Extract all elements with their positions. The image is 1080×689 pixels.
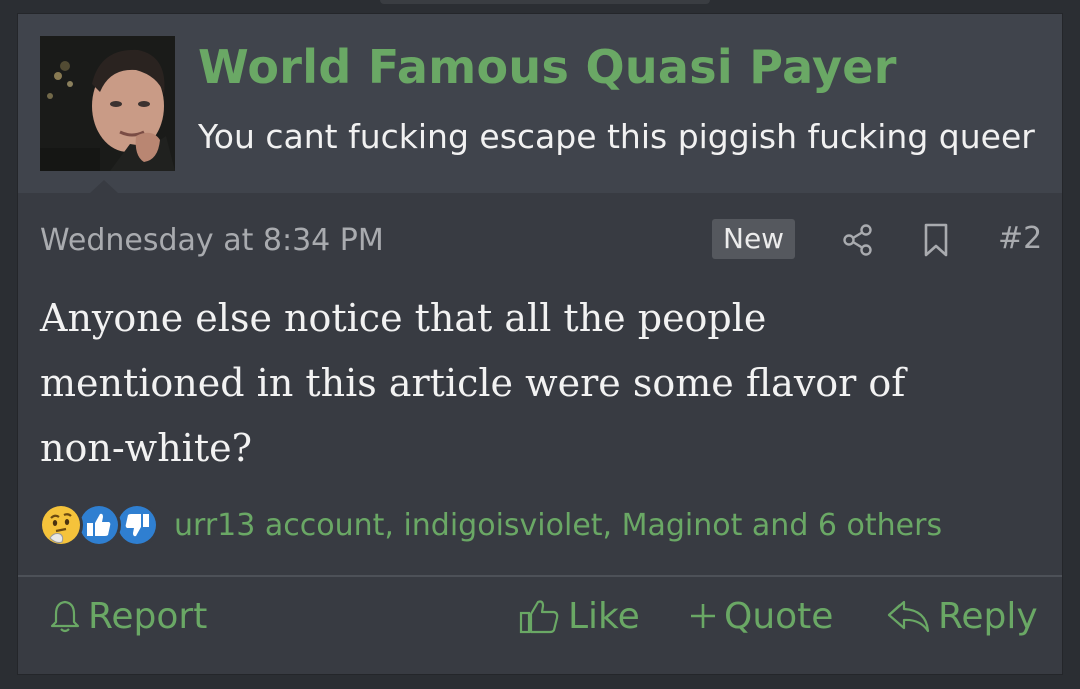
thinking-face-icon: [38, 502, 84, 548]
reply-label: Reply: [938, 595, 1038, 637]
reaction-users-link[interactable]: urr13 account, indigoisviolet, Maginot a…: [174, 508, 942, 543]
thumbs-up-outline-icon: [519, 600, 559, 634]
avatar[interactable]: [40, 36, 175, 171]
forum-post: World Famous Quasi Payer You cant fuckin…: [17, 13, 1063, 675]
bell-icon: [50, 600, 80, 633]
post-body-line: mentioned in this article were some flav…: [40, 361, 906, 405]
post-footer-divider: [18, 575, 1062, 577]
report-button[interactable]: Report: [48, 592, 207, 640]
plus-icon: [691, 604, 715, 628]
quote-button[interactable]: Quote: [688, 592, 833, 640]
avatar-pointer: [90, 180, 118, 193]
like-button[interactable]: Like: [518, 592, 640, 640]
post-body-line: non-white?: [40, 426, 252, 470]
post-author-title: You cant fucking escape this piggish fuc…: [198, 117, 1035, 156]
share-icon[interactable]: [840, 222, 876, 258]
new-badge: New: [712, 219, 796, 259]
post-date[interactable]: Wednesday at 8:34 PM: [40, 223, 384, 258]
avatar-image: [40, 36, 175, 171]
reply-arrow-icon: [887, 600, 930, 633]
post-user-header: World Famous Quasi Payer You cant fuckin…: [18, 14, 1062, 193]
top-bar-edge: [380, 0, 710, 4]
post-permalink-number[interactable]: #2: [998, 221, 1042, 256]
quote-label: Quote: [724, 595, 834, 637]
like-label: Like: [568, 595, 640, 637]
post-body-line: Anyone else notice that all the people: [40, 296, 767, 340]
post-author-name[interactable]: World Famous Quasi Payer: [198, 40, 897, 94]
report-label: Report: [88, 595, 208, 637]
bookmark-icon[interactable]: [918, 222, 954, 258]
post-message-body: Anyone else notice that all the people m…: [40, 286, 1020, 481]
reply-button[interactable]: Reply: [886, 592, 1038, 640]
